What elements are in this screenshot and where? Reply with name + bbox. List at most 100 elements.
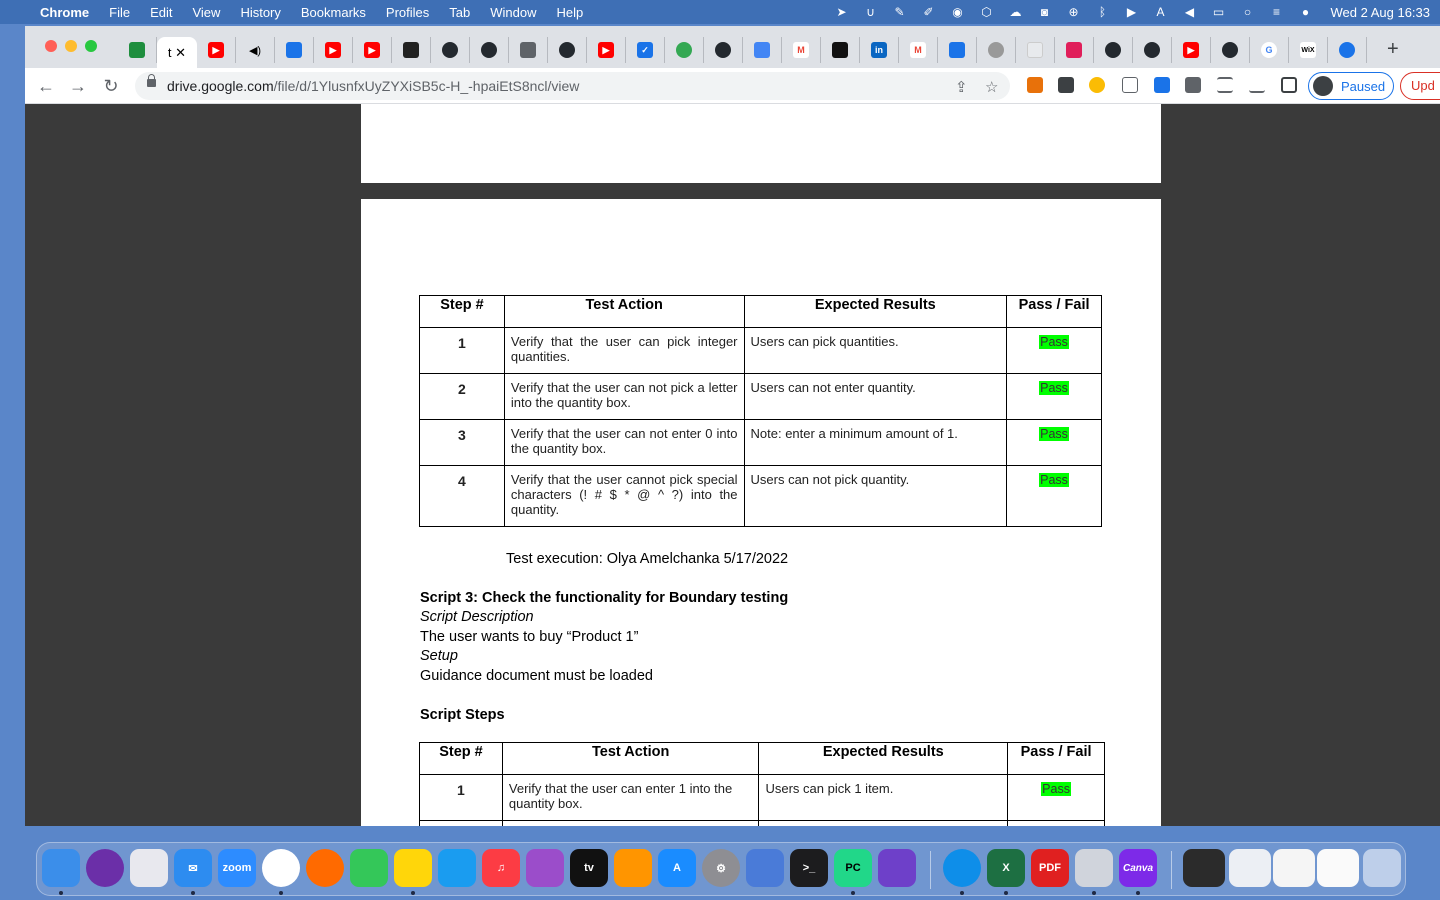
menu-view[interactable]: View <box>192 5 220 20</box>
tab-github-1[interactable] <box>431 37 470 63</box>
terminal-icon[interactable]: >_ <box>790 849 828 887</box>
tab-dark[interactable] <box>821 37 860 63</box>
tab-doc[interactable] <box>1016 37 1055 63</box>
volume-icon[interactable]: ◀ <box>1181 4 1197 20</box>
pdf-viewer[interactable]: Step # Test Action Expected Results Pass… <box>25 104 1440 826</box>
minimize-window-button[interactable] <box>65 40 77 52</box>
minimized-window-thumbnail[interactable] <box>1183 849 1225 887</box>
minimized-window-thumbnail[interactable] <box>1317 849 1359 887</box>
apple-tv-icon[interactable]: tv <box>570 849 608 887</box>
share-icon[interactable]: ⇪ <box>955 78 968 96</box>
keynote-icon[interactable] <box>438 849 476 887</box>
tab-slack[interactable] <box>1055 37 1094 63</box>
teamviewer-icon[interactable] <box>943 849 981 887</box>
input-source-icon[interactable]: A <box>1152 4 1168 20</box>
tab-youtube-5[interactable]: ▶ <box>1172 37 1211 63</box>
chrome-icon[interactable] <box>262 849 300 887</box>
reload-icon[interactable]: ↻ <box>100 75 122 97</box>
messages-icon[interactable] <box>350 849 388 887</box>
close-tab-icon[interactable]: ✕ <box>175 45 186 61</box>
reading-list-icon[interactable] <box>1217 77 1233 93</box>
extension-se-icon[interactable] <box>1058 77 1074 93</box>
pdf-app-icon[interactable]: PDF <box>1031 849 1069 887</box>
pycharm-icon[interactable]: PC <box>834 849 872 887</box>
tab-github-3[interactable] <box>548 37 587 63</box>
close-window-button[interactable] <box>45 40 57 52</box>
nk-icon[interactable]: ◙ <box>1036 4 1052 20</box>
lock-icon[interactable] <box>147 74 156 87</box>
play-icon[interactable]: ▶ <box>1123 4 1139 20</box>
writing-app-icon[interactable] <box>746 849 784 887</box>
books-icon[interactable] <box>614 849 652 887</box>
menu-help[interactable]: Help <box>557 5 584 20</box>
tab-youtube-4[interactable]: ▶ <box>587 37 626 63</box>
magnet-icon[interactable]: ∪ <box>862 4 878 20</box>
clock[interactable]: Wed 2 Aug 16:33 <box>1330 5 1430 20</box>
app-store-icon[interactable]: A <box>658 849 696 887</box>
tab-audio[interactable]: ◀) <box>236 37 275 63</box>
firefox-icon[interactable] <box>306 849 344 887</box>
pen-icon[interactable]: ✐ <box>920 4 936 20</box>
menu-profiles[interactable]: Profiles <box>386 5 429 20</box>
bluetooth-icon[interactable]: ᛒ <box>1094 4 1110 20</box>
address-bar[interactable]: drive.google.com/file/d/1YlusnfxUyZYXiSB… <box>135 72 1010 100</box>
tab-app[interactable] <box>392 37 431 63</box>
tab-contacts[interactable] <box>275 37 314 63</box>
tab-classroom[interactable] <box>118 37 157 63</box>
tab-contacts-2[interactable] <box>938 37 977 63</box>
profile-button[interactable]: Paused <box>1308 72 1394 100</box>
tab-youtube-2[interactable]: ▶ <box>314 37 353 63</box>
github-desktop-icon[interactable] <box>878 849 916 887</box>
extensions-puzzle-icon[interactable] <box>1185 77 1201 93</box>
extension-docs-icon[interactable] <box>1154 77 1170 93</box>
forward-arrow-icon[interactable]: → <box>67 75 89 97</box>
location-icon[interactable]: ➤ <box>833 4 849 20</box>
update-button[interactable]: Upd <box>1400 72 1440 100</box>
system-preferences-icon[interactable]: ⚙ <box>702 849 740 887</box>
podcasts-icon[interactable] <box>526 849 564 887</box>
minimized-window-thumbnail[interactable] <box>1273 849 1315 887</box>
menu-history[interactable]: History <box>240 5 280 20</box>
zoom-icon[interactable]: zoom <box>218 849 256 887</box>
tab-github-4[interactable] <box>704 37 743 63</box>
globe-icon[interactable]: ⊕ <box>1065 4 1081 20</box>
menu-app-name[interactable]: Chrome <box>40 5 89 20</box>
cube-icon[interactable]: ⬡ <box>978 4 994 20</box>
tab-linkedin[interactable]: in <box>860 37 899 63</box>
menu-window[interactable]: Window <box>490 5 536 20</box>
tab-github-2[interactable] <box>470 37 509 63</box>
menu-bookmarks[interactable]: Bookmarks <box>301 5 366 20</box>
download-icon[interactable] <box>1249 77 1265 93</box>
menu-tab[interactable]: Tab <box>449 5 470 20</box>
feather-icon[interactable]: ✎ <box>891 4 907 20</box>
siri-icon[interactable]: ● <box>1297 4 1313 20</box>
tab-google[interactable]: G <box>1250 37 1289 63</box>
tab-wix[interactable]: WiX <box>1289 37 1328 63</box>
extension-lock-icon[interactable] <box>1027 77 1043 93</box>
tab-youtube-1[interactable]: ▶ <box>197 37 236 63</box>
bookmark-star-icon[interactable]: ☆ <box>985 78 998 96</box>
tab-apple[interactable] <box>977 37 1016 63</box>
battery-icon[interactable]: ▭ <box>1210 4 1226 20</box>
tab-youtube-3[interactable]: ▶ <box>353 37 392 63</box>
launchpad-icon[interactable] <box>130 849 168 887</box>
preview-icon[interactable] <box>1075 849 1113 887</box>
search-icon[interactable]: ○ <box>1239 4 1255 20</box>
tab-reader[interactable] <box>509 37 548 63</box>
tab-gmail-2[interactable]: M <box>899 37 938 63</box>
menu-edit[interactable]: Edit <box>150 5 172 20</box>
tab-active[interactable]: t ✕ <box>157 37 197 68</box>
side-panel-icon[interactable] <box>1281 77 1297 93</box>
url-text[interactable]: drive.google.com/file/d/1YlusnfxUyZYXiSB… <box>167 78 579 94</box>
tab-settings[interactable] <box>1328 37 1367 63</box>
excel-icon[interactable]: X <box>987 849 1025 887</box>
back-arrow-icon[interactable]: ← <box>35 75 57 97</box>
extension-box-icon[interactable] <box>1122 77 1138 93</box>
tab-github-6[interactable] <box>1133 37 1172 63</box>
messenger-icon[interactable]: ◉ <box>949 4 965 20</box>
notes-icon[interactable] <box>394 849 432 887</box>
tab-green[interactable] <box>665 37 704 63</box>
tab-gmail-1[interactable]: M <box>782 37 821 63</box>
cloud-icon[interactable]: ☁ <box>1007 4 1023 20</box>
music-icon[interactable]: ♫ <box>482 849 520 887</box>
